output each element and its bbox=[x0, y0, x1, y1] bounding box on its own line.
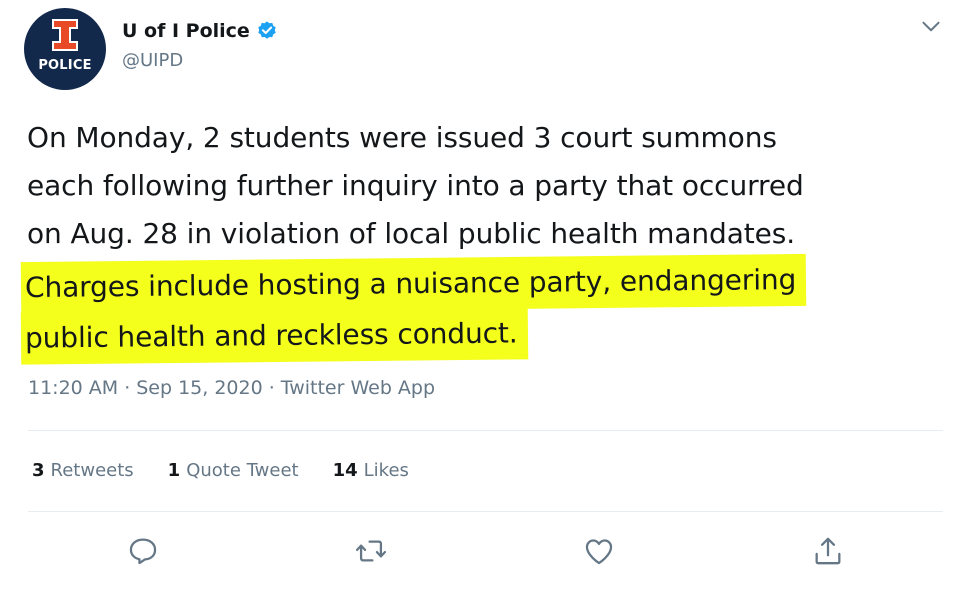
tweet-source[interactable]: Twitter Web App bbox=[281, 377, 435, 399]
tweet-date[interactable]: Sep 15, 2020 bbox=[136, 377, 262, 399]
retweets-count: 3 bbox=[32, 460, 45, 481]
divider bbox=[28, 430, 943, 431]
quotes-count: 1 bbox=[167, 460, 181, 481]
name-row: U of I Police bbox=[122, 18, 278, 44]
tweet-card: POLICE U of I Police @UIPD On Monday, 2 … bbox=[0, 0, 965, 600]
meta-separator: · bbox=[268, 377, 275, 399]
retweet-icon[interactable] bbox=[354, 534, 388, 568]
display-name[interactable]: U of I Police bbox=[122, 20, 250, 42]
likes-label: Likes bbox=[363, 460, 409, 481]
action-bar bbox=[0, 534, 965, 568]
tweet-time[interactable]: 11:20 AM bbox=[28, 377, 118, 399]
highlighted-text-line: public health and reckless conduct. bbox=[20, 307, 528, 365]
avatar-label: POLICE bbox=[38, 58, 92, 73]
retweets-label: Retweets bbox=[50, 460, 134, 481]
avatar[interactable]: POLICE bbox=[24, 8, 106, 90]
tweet-text-line: each following further inquiry into a pa… bbox=[27, 169, 804, 202]
likes-stat[interactable]: 14 Likes bbox=[333, 460, 409, 481]
quotes-label: Quote Tweet bbox=[186, 460, 299, 481]
verified-icon bbox=[258, 21, 276, 39]
meta-separator: · bbox=[124, 377, 131, 399]
share-icon[interactable] bbox=[811, 534, 845, 568]
tweet-text-line: on Aug. 28 in violation of local public … bbox=[27, 217, 796, 250]
likes-count: 14 bbox=[332, 460, 358, 481]
retweets-stat[interactable]: 3 Retweets bbox=[32, 460, 134, 481]
handle[interactable]: @UIPD bbox=[122, 50, 183, 71]
tweet-text: On Monday, 2 students were issued 3 cour… bbox=[20, 114, 947, 365]
like-icon[interactable] bbox=[582, 534, 616, 568]
caret-down-icon[interactable] bbox=[918, 14, 944, 40]
divider bbox=[28, 511, 943, 512]
reply-icon[interactable] bbox=[126, 534, 160, 568]
tweet-text-line: On Monday, 2 students were issued 3 cour… bbox=[27, 121, 777, 154]
tweet-stats: 3 Retweets 1 Quote Tweet 14 Likes bbox=[32, 460, 443, 481]
tweet-meta: 11:20 AM · Sep 15, 2020 · Twitter Web Ap… bbox=[28, 377, 435, 399]
illinois-logo-icon bbox=[52, 19, 78, 51]
highlighted-text-line: Charges include hosting a nuisance party… bbox=[20, 253, 807, 315]
quote-tweets-stat[interactable]: 1 Quote Tweet bbox=[168, 460, 299, 481]
